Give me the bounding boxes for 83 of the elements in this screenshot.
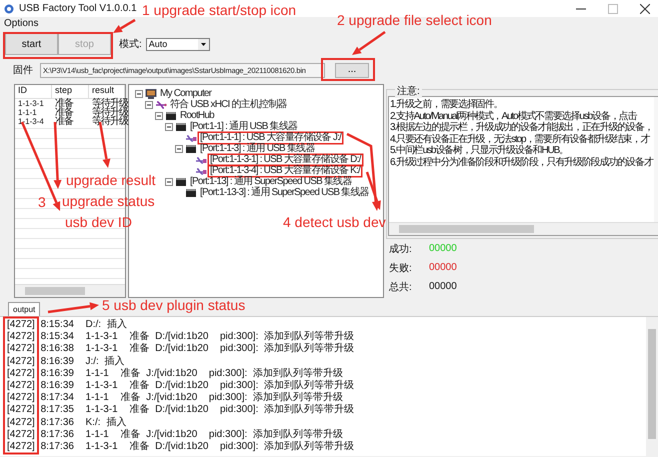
collapse-icon[interactable] xyxy=(155,112,163,120)
annotation-label: 5 usb dev plugin status xyxy=(102,297,246,313)
note-line: 1.升级之前，需要选择固件。 xyxy=(390,99,504,110)
column-header[interactable]: step xyxy=(52,85,89,98)
computer-icon xyxy=(145,88,157,98)
log-line: [4272] 8:17:35 1-1-3-1 准备 D:/[vid:1b20 pid:300]: 添加到队列等带升级 xyxy=(7,404,356,416)
scrollbar[interactable] xyxy=(15,284,125,297)
window-title: USB Factory Tool V1.0.0.1 xyxy=(19,3,137,14)
app-icon xyxy=(4,4,14,14)
annotation-arrow xyxy=(113,18,136,33)
start-button[interactable]: start xyxy=(5,33,58,55)
counter-label: 总共: xyxy=(389,280,413,294)
tree-item[interactable]: [Port:1-1] : 通用 USB 集线器 xyxy=(189,122,298,132)
annotation-arrow xyxy=(352,30,386,55)
tree-item[interactable]: My Computer xyxy=(159,88,212,98)
notes-title: 注意: xyxy=(395,84,422,98)
tree-item[interactable]: [Port:1-1-3-1] : USB 大容量存储设备 D:/ xyxy=(209,154,362,164)
usb-icon xyxy=(185,132,197,142)
close-icon[interactable] xyxy=(640,4,650,14)
note-line: 4.只要还有设备正在升级，无法stop，需要所有设备都升级结束，才 xyxy=(390,134,651,144)
table-cell-text: 1-1-3-4 xyxy=(17,117,45,126)
counter-value: 00000 xyxy=(429,243,457,254)
annotation-label: 1 upgrade start/stop icon xyxy=(142,2,296,18)
log-line: [4272] 8:17:36 1-1-3-1 准备 D:/[vid:1b20 pid:300]: 添加到队列等带升级 xyxy=(7,441,356,454)
log-line: [4272] 8:17:34 1-1-1 准备 J:/[vid:1b20 pid:300]: 添加到队列等带升级 xyxy=(7,392,344,404)
tree-item[interactable]: [Port:1-1-3] : 通用 USB 集线器 xyxy=(199,144,316,154)
usb-icon xyxy=(155,100,167,110)
output-tab[interactable]: output xyxy=(8,302,40,316)
collapse-icon[interactable] xyxy=(165,178,173,186)
log-line: [4272] 8:16:39 1-1-3-1 准备 D:/[vid:1b20 pid:300]: 添加到队列等带升级 xyxy=(7,380,356,392)
hub-icon xyxy=(175,176,187,186)
log-line: [4272] 8:15:34 D:/: 插入 xyxy=(7,319,128,332)
highlight-box xyxy=(321,58,375,81)
browse-button[interactable]: ... xyxy=(335,62,369,78)
annotation-label: 2 upgrade file select icon xyxy=(337,12,492,28)
annotation-label: 3 xyxy=(38,194,46,210)
table-cell-text: 等待升级 xyxy=(91,117,128,126)
table-cell-text: 准备 xyxy=(54,108,74,117)
usb-icon xyxy=(195,166,207,176)
note-line: 5.中间栏usb设备树，只显示升级设备和HUB。 xyxy=(390,145,569,156)
counter-label: 成功: xyxy=(389,242,413,256)
tree-item[interactable]: [Port:1-13-3] : 通用 SuperSpeed USB 集线器 xyxy=(199,188,370,198)
table-cell-text: 准备 xyxy=(54,117,74,126)
hub-icon xyxy=(165,110,177,120)
scrollbar[interactable] xyxy=(389,222,658,235)
hub-icon xyxy=(185,188,197,198)
menu-item[interactable]: Options xyxy=(4,18,38,29)
note-line: 3.根据左边的提示栏，升级成功的设备才能拔出，正在升级的设备， xyxy=(390,122,653,134)
collapse-icon[interactable] xyxy=(145,100,153,108)
table-cell-text: 等待升级 xyxy=(91,108,128,117)
log-line: [4272] 8:16:38 1-1-3-1 准备 D:/[vid:1b20 pid:300]: 添加到队列等带升级 xyxy=(7,343,356,356)
table-cell-text: 准备 xyxy=(54,99,74,108)
hub-icon xyxy=(185,144,197,154)
table-cell-text: 1-1-3-1 xyxy=(17,99,45,108)
collapse-icon[interactable] xyxy=(165,122,173,130)
scrollbar[interactable] xyxy=(646,317,658,456)
column-header[interactable]: ID xyxy=(15,85,52,98)
counter-label: 失败: xyxy=(389,262,413,274)
collapse-icon[interactable] xyxy=(135,90,143,98)
tree-item[interactable]: RootHub xyxy=(179,110,215,120)
table-cell-text: 1-1-1 xyxy=(17,108,38,117)
mode-dropdown[interactable]: Auto xyxy=(146,38,210,50)
log-line: [4272] 8:15:34 1-1-3-1 准备 D:/[vid:1b20 pid:300]: 添加到队列等带升级 xyxy=(7,331,356,342)
annotation-arrow xyxy=(48,302,99,314)
hub-icon xyxy=(175,122,187,132)
firmware-label: 固件 xyxy=(13,64,34,77)
table-cell-text: 等待升级 xyxy=(91,99,128,108)
mode-label: 模式: xyxy=(119,38,142,51)
log-line: [4272] 8:17:36 K:/: 插入 xyxy=(7,416,128,428)
counter-value: 00000 xyxy=(429,281,457,292)
log-line: [4272] 8:16:39 J:/: 插入 xyxy=(7,356,126,368)
log-line: [4272] 8:16:39 1-1-1 准备 J:/[vid:1b20 pid:300]: 添加到队列等带升级 xyxy=(7,368,344,380)
log-line: [4272] 8:17:36 1-1-1 准备 J:/[vid:1b20 pid:300]: 添加到队列等带升级 xyxy=(7,428,344,440)
usb-icon xyxy=(195,154,207,164)
collapse-icon[interactable] xyxy=(175,144,183,152)
counter-value: 00000 xyxy=(429,262,457,273)
note-line: 2.支持Auto/Manual两种模式，Auto模式不需要选择usb设备，点击 xyxy=(390,110,638,122)
note-line: 6.升级过程中分为准备阶段和升级阶段，只有升级阶段成功的设备才 xyxy=(390,156,653,168)
column-header[interactable]: result xyxy=(89,85,125,98)
tree-item[interactable]: [Port:1-13] : 通用 SuperSpeed USB 集线器 xyxy=(189,176,353,186)
tree-item[interactable]: [Port:1-1-1] : USB 大容量存储设备 J:/ xyxy=(199,132,342,142)
tree-item[interactable]: [Port:1-1-3-4] : USB 大容量存储设备 K:/ xyxy=(209,166,361,176)
tree-item[interactable]: 符合 USB xHCI 的主机控制器 xyxy=(169,100,288,110)
